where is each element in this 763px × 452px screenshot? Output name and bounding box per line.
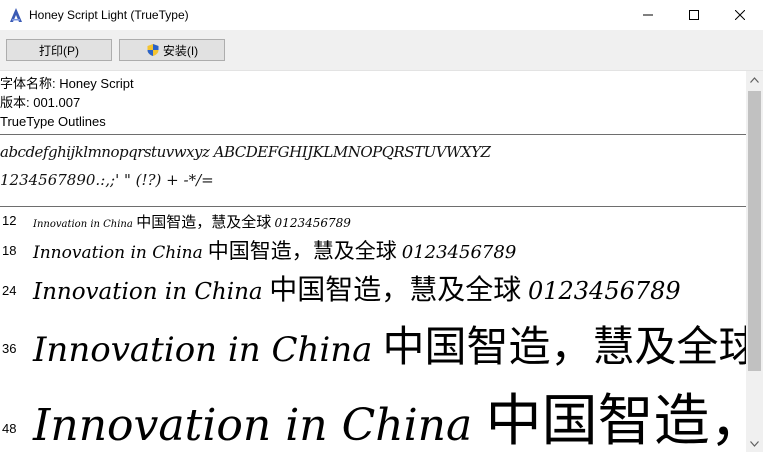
- scrollbar-thumb[interactable]: [748, 91, 761, 371]
- cjk-sample: 中国智造，慧及全球: [485, 389, 746, 452]
- shield-icon: [147, 44, 159, 56]
- size-label-12: 12: [2, 213, 17, 228]
- toolbar: 打印(P) 安装(I): [0, 30, 763, 71]
- cjk-sample: 中国智造，慧及全球: [382, 323, 746, 370]
- digits-sample: 1234567890.:,;' " (!?) + -*/=: [0, 171, 214, 189]
- sample-row-18: Innovation in China 中国智造，慧及全球 0123456789: [33, 235, 516, 265]
- sample-row-48: Innovation in China 中国智造，慧及全球 0123456789: [33, 376, 746, 452]
- latin-sample: Innovation in China: [33, 219, 133, 230]
- latin-sample: Innovation in China: [33, 279, 263, 305]
- font-app-icon: [10, 8, 22, 22]
- maximize-icon: [689, 10, 699, 20]
- print-button[interactable]: 打印(P): [6, 39, 112, 61]
- window-title: Honey Script Light (TrueType): [29, 8, 189, 22]
- digits-row-sample: 0123456789: [274, 216, 351, 230]
- divider-bottom: [0, 206, 746, 207]
- close-button[interactable]: [717, 0, 763, 30]
- vertical-scrollbar[interactable]: [746, 71, 763, 452]
- cjk-sample: 中国智造，慧及全球: [269, 274, 522, 305]
- scroll-down-button[interactable]: [746, 435, 763, 452]
- size-label-48: 48: [2, 421, 17, 436]
- digits-row-sample: 0123456789: [401, 242, 517, 263]
- font-preview-area[interactable]: 字体名称: Honey Script 版本: 001.007 TrueType …: [0, 71, 746, 452]
- install-button[interactable]: 安装(I): [119, 39, 225, 61]
- font-name-label: 字体名称: Honey Script: [0, 76, 134, 91]
- alphabet-sample: abcdefghijklmnopqrstuvwxyz ABCDEFGHIJKLM…: [0, 143, 491, 161]
- chevron-down-icon: [750, 440, 759, 447]
- cjk-sample: 中国智造，慧及全球: [136, 214, 272, 231]
- cjk-sample: 中国智造，慧及全球: [207, 240, 397, 263]
- title-bar: Honey Script Light (TrueType): [0, 0, 763, 30]
- latin-sample: Innovation in China: [33, 330, 373, 370]
- close-icon: [735, 10, 745, 20]
- sample-row-36: Innovation in China 中国智造，慧及全球 0123456789: [33, 313, 746, 374]
- size-label-36: 36: [2, 341, 17, 356]
- sample-row-12: Innovation in China 中国智造，慧及全球 0123456789: [33, 211, 351, 232]
- digits-row-sample: 0123456789: [527, 277, 681, 305]
- minimize-icon: [643, 14, 653, 16]
- latin-sample: Innovation in China: [33, 400, 473, 451]
- sample-row-24: Innovation in China 中国智造，慧及全球 0123456789: [33, 268, 681, 308]
- divider-top: [0, 134, 746, 135]
- maximize-button[interactable]: [671, 0, 717, 30]
- print-button-label: 打印(P): [39, 43, 79, 58]
- minimize-button[interactable]: [625, 0, 671, 30]
- scroll-up-button[interactable]: [746, 71, 763, 88]
- chevron-up-icon: [750, 76, 759, 83]
- font-version-label: 版本: 001.007: [0, 95, 81, 110]
- size-label-18: 18: [2, 243, 17, 258]
- latin-sample: Innovation in China: [33, 243, 203, 263]
- size-label-24: 24: [2, 283, 17, 298]
- install-button-label: 安装(I): [162, 43, 199, 58]
- font-outline-label: TrueType Outlines: [0, 114, 106, 129]
